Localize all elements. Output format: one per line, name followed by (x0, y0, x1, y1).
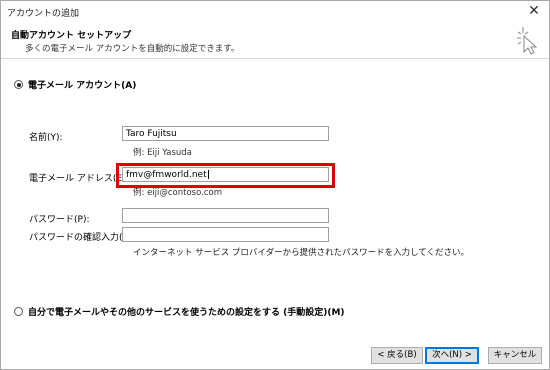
name-example: 例: Eiji Yasuda (133, 148, 192, 158)
setup-wizard-icon (517, 27, 538, 55)
name-label: 名前(Y): (29, 133, 63, 143)
email-label: 電子メール アドレス(E): (29, 174, 129, 184)
email-account-radio[interactable] (14, 80, 23, 89)
manual-setup-radio-label: 自分で電子メールやその他のサービスを使うための設定をする (手動設定)(M) (28, 308, 345, 318)
close-icon: ✕ (528, 3, 540, 19)
header-title: 自動アカウント セットアップ (11, 31, 132, 41)
wizard-header: 自動アカウント セットアップ 多くの電子メール アカウントを自動的に設定できます… (1, 23, 549, 59)
password-hint: インターネット サービス プロバイダーから提供されたパスワードを入力してください… (133, 248, 470, 258)
name-field[interactable]: Taro Fujitsu (122, 126, 329, 141)
wizard-content: 電子メール アカウント(A) 名前(Y): Taro Fujitsu 例: Ei… (1, 60, 549, 335)
confirm-password-field[interactable] (122, 227, 329, 242)
header-subtitle: 多くの電子メール アカウントを自動的に設定できます。 (25, 44, 240, 54)
email-account-option[interactable]: 電子メール アカウント(A) (14, 78, 136, 91)
cancel-button[interactable]: キャンセル (488, 347, 542, 364)
wizard-footer: < 戻る(B) 次へ(N) > キャンセル (1, 335, 549, 369)
add-account-dialog: アカウントの追加 ✕ 自動アカウント セットアップ 多くの電子メール アカウント… (0, 0, 550, 370)
email-highlight-box (116, 163, 335, 188)
password-field[interactable] (122, 208, 329, 223)
title-bar: アカウントの追加 ✕ (1, 1, 549, 23)
close-button[interactable]: ✕ (523, 2, 545, 20)
confirm-password-label: パスワードの確認入力(T): (29, 233, 135, 243)
manual-setup-option[interactable]: 自分で電子メールやその他のサービスを使うための設定をする (手動設定)(M) (14, 305, 345, 318)
password-label: パスワード(P): (29, 215, 90, 225)
email-example: 例: eiji@contoso.com (133, 188, 223, 198)
email-account-radio-label: 電子メール アカウント(A) (28, 81, 137, 91)
back-button[interactable]: < 戻る(B) (371, 347, 423, 364)
next-button[interactable]: 次へ(N) > (425, 347, 479, 364)
window-title: アカウントの追加 (7, 9, 80, 19)
name-field-value: Taro Fujitsu (126, 129, 177, 139)
manual-setup-radio[interactable] (14, 307, 23, 316)
